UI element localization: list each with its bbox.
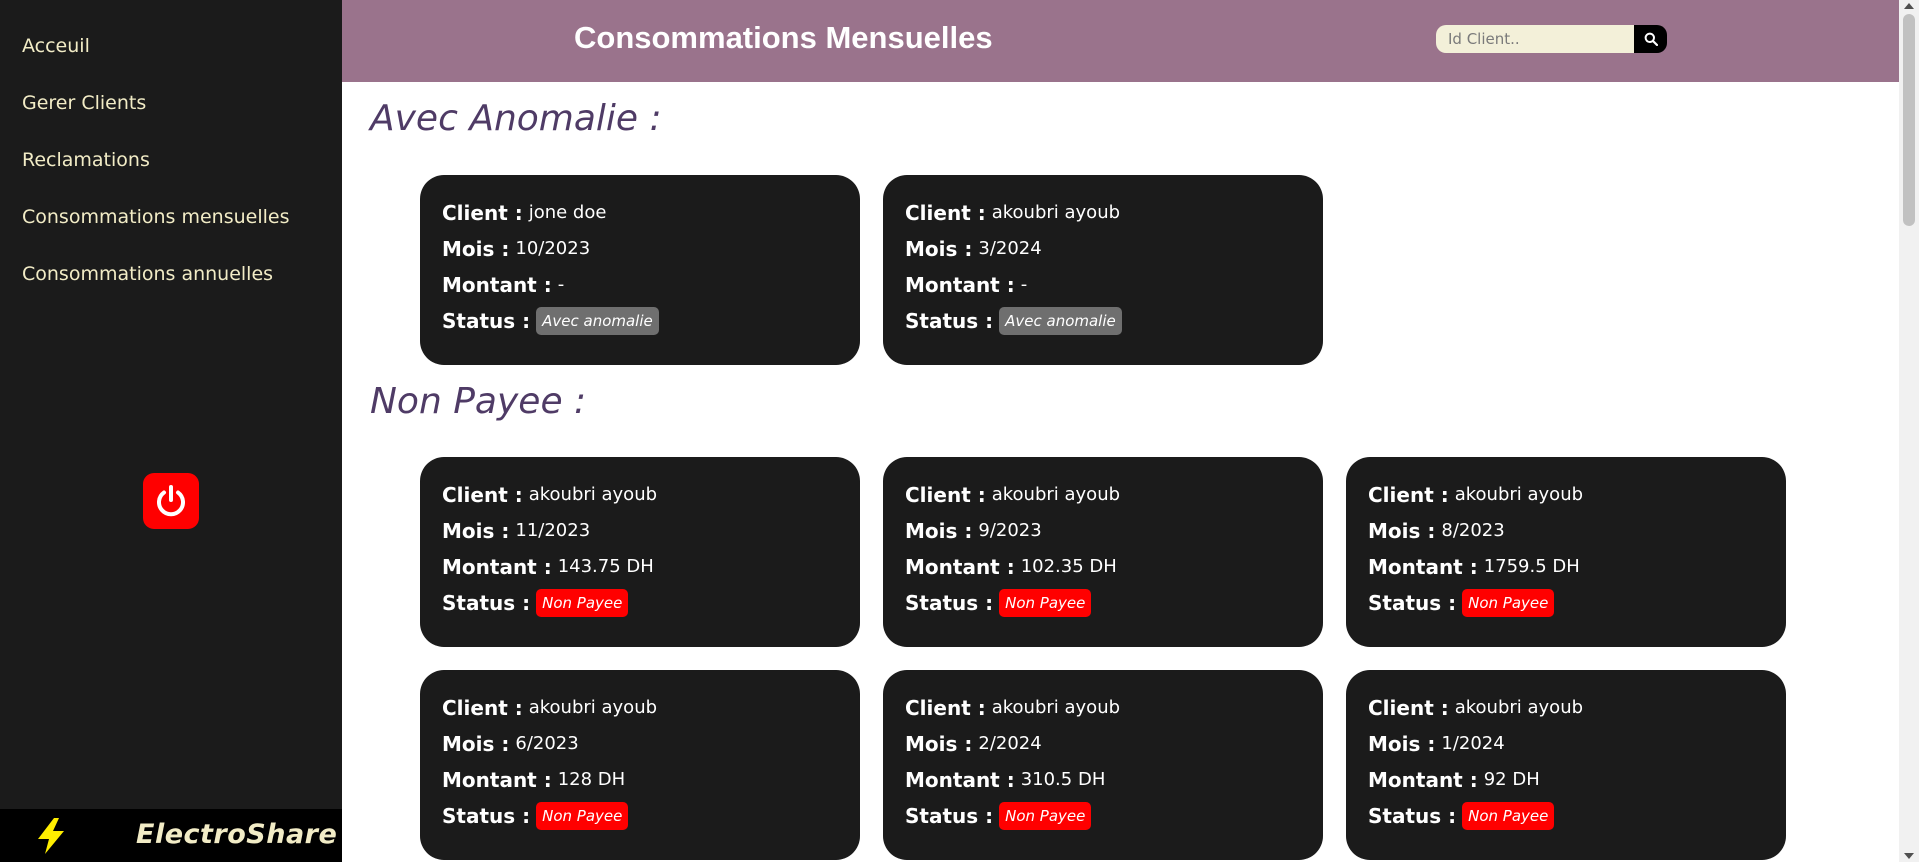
status-badge: Non Payee (999, 589, 1092, 617)
status-label: Status : (905, 591, 994, 615)
client-label: Client : (905, 696, 986, 720)
montant-label: Montant : (442, 768, 552, 792)
mois-label: Mois : (442, 519, 510, 543)
power-icon (157, 485, 185, 517)
montant-value: 92 DH (1483, 769, 1540, 790)
montant-label: Montant : (442, 555, 552, 579)
status-label: Status : (905, 309, 994, 333)
main-content: Avec Anomalie : Client : jone doe Mois :1… (342, 82, 1899, 862)
sidebar-nav: Acceuil Gerer Clients Reclamations Conso… (22, 32, 289, 317)
mois-label: Mois : (905, 237, 973, 261)
scrollbar-thumb[interactable] (1903, 14, 1915, 226)
montant-label: Montant : (1368, 768, 1478, 792)
montant-label: Montant : (442, 273, 552, 297)
mois-value: 2/2024 (978, 733, 1042, 754)
montant-label: Montant : (905, 273, 1015, 297)
client-value: akoubri ayoub (528, 484, 658, 505)
client-value: jone doe (528, 202, 607, 223)
sidebar-item-reclamations[interactable]: Reclamations (22, 146, 289, 203)
consumption-card: Client : jone doe Mois :10/2023 Montant :… (420, 175, 860, 365)
mois-label: Mois : (442, 732, 510, 756)
sidebar-item-gerer-clients[interactable]: Gerer Clients (22, 89, 289, 146)
mois-value: 9/2023 (978, 520, 1042, 541)
status-label: Status : (442, 309, 531, 333)
logout-button[interactable] (143, 473, 199, 529)
mois-value: 8/2023 (1441, 520, 1505, 541)
status-label: Status : (905, 804, 994, 828)
client-label: Client : (1368, 483, 1449, 507)
sidebar-item-consommations-mensuelles[interactable]: Consommations mensuelles (22, 203, 289, 260)
status-label: Status : (442, 804, 531, 828)
client-value: akoubri ayoub (991, 484, 1121, 505)
sidebar: Acceuil Gerer Clients Reclamations Conso… (0, 0, 342, 862)
montant-label: Montant : (1368, 555, 1478, 579)
search-button[interactable] (1634, 25, 1667, 53)
sidebar-item-consommations-annuelles[interactable]: Consommations annuelles (22, 260, 289, 317)
brand-bar: ElectroShare (0, 809, 342, 862)
montant-value: 128 DH (557, 769, 626, 790)
status-label: Status : (1368, 591, 1457, 615)
consumption-card: Client : akoubri ayoub Mois :6/2023 Monta… (420, 670, 860, 860)
status-label: Status : (442, 591, 531, 615)
search-icon (1644, 32, 1658, 46)
client-label: Client : (442, 696, 523, 720)
section-title-non-payee: Non Payee : (370, 381, 587, 422)
client-value: akoubri ayoub (991, 202, 1121, 223)
consumption-card: Client : akoubri ayoub Mois :11/2023 Mont… (420, 457, 860, 647)
status-badge: Non Payee (1462, 589, 1555, 617)
mois-label: Mois : (905, 519, 973, 543)
mois-value: 6/2023 (515, 733, 579, 754)
mois-value: 10/2023 (515, 238, 591, 259)
consumption-card: Client : akoubri ayoub Mois :2/2024 Monta… (883, 670, 1323, 860)
mois-label: Mois : (1368, 732, 1436, 756)
mois-label: Mois : (442, 237, 510, 261)
status-label: Status : (1368, 804, 1457, 828)
montant-value: 143.75 DH (557, 556, 654, 577)
montant-value: - (1020, 274, 1028, 295)
montant-label: Montant : (905, 555, 1015, 579)
consumption-card: Client : akoubri ayoub Mois :9/2023 Monta… (883, 457, 1323, 647)
page-header: Consommations Mensuelles (342, 0, 1899, 82)
page-scrollbar[interactable] (1899, 0, 1919, 862)
mois-value: 11/2023 (515, 520, 591, 541)
montant-value: - (557, 274, 565, 295)
status-badge: Non Payee (536, 802, 629, 830)
brand-name: ElectroShare (136, 819, 338, 850)
client-value: akoubri ayoub (1454, 484, 1584, 505)
scroll-up-arrow-icon[interactable] (1904, 3, 1914, 9)
mois-value: 3/2024 (978, 238, 1042, 259)
client-label: Client : (442, 483, 523, 507)
mois-label: Mois : (905, 732, 973, 756)
consumption-card: Client : akoubri ayoub Mois :8/2023 Monta… (1346, 457, 1786, 647)
status-badge: Non Payee (999, 802, 1092, 830)
client-value: akoubri ayoub (991, 697, 1121, 718)
scroll-down-arrow-icon[interactable] (1904, 853, 1914, 859)
status-badge: Avec anomalie (999, 307, 1122, 335)
search-input[interactable] (1436, 25, 1646, 53)
montant-value: 310.5 DH (1020, 769, 1106, 790)
montant-label: Montant : (905, 768, 1015, 792)
client-value: akoubri ayoub (528, 697, 658, 718)
consumption-card: Client : akoubri ayoub Mois :3/2024 Monta… (883, 175, 1323, 365)
status-badge: Non Payee (1462, 802, 1555, 830)
montant-value: 102.35 DH (1020, 556, 1117, 577)
section-title-anomalie: Avec Anomalie : (370, 98, 662, 139)
consumption-card: Client : akoubri ayoub Mois :1/2024 Monta… (1346, 670, 1786, 860)
sidebar-item-acceuil[interactable]: Acceuil (22, 32, 289, 89)
mois-value: 1/2024 (1441, 733, 1505, 754)
client-label: Client : (442, 201, 523, 225)
client-label: Client : (905, 201, 986, 225)
client-label: Client : (1368, 696, 1449, 720)
lightning-bolt-icon (38, 818, 64, 854)
montant-value: 1759.5 DH (1483, 556, 1580, 577)
client-label: Client : (905, 483, 986, 507)
client-value: akoubri ayoub (1454, 697, 1584, 718)
page-title: Consommations Mensuelles (574, 20, 993, 55)
mois-label: Mois : (1368, 519, 1436, 543)
status-badge: Avec anomalie (536, 307, 659, 335)
status-badge: Non Payee (536, 589, 629, 617)
